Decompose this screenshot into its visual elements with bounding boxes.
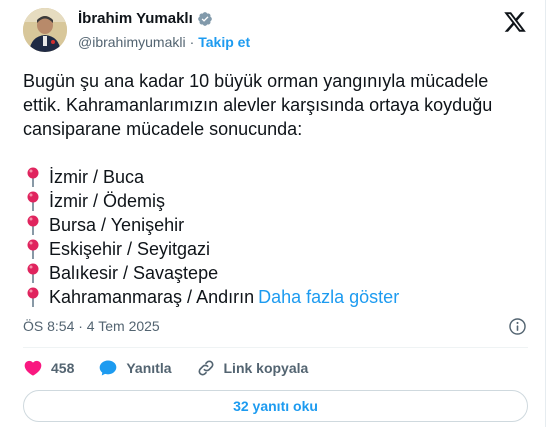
list-item: Bursa / Yenişehir [23,213,533,237]
tweet-text-line: Bugün şu ana kadar 10 büyük orman yangın… [23,71,489,91]
show-more-link[interactable]: Daha fazla göster [258,285,399,309]
location-list: İzmir / Buca İzmir / Ödemiş Bursa / Yeni… [23,165,533,309]
divider [23,347,528,348]
follow-button[interactable]: Takip et [198,34,250,50]
tweet-text: Bugün şu ana kadar 10 büyük orman yangın… [23,69,533,309]
round-pushpin-icon [27,191,39,211]
round-pushpin-icon [27,215,39,235]
round-pushpin-icon [27,167,39,187]
read-replies-button[interactable]: 32 yanıtı oku [23,390,528,422]
x-logo-icon[interactable] [503,10,527,34]
link-icon [198,360,213,376]
heart-icon [24,360,42,376]
copy-link-button[interactable]: Link kopyala [196,358,309,378]
list-item: İzmir / Ödemiş [23,189,533,213]
verified-badge-icon [197,11,212,26]
likes-count: 458 [51,360,75,376]
action-bar: 458 Yanıtla Link kopyala [23,357,332,379]
location-label: Bursa / Yenişehir [49,215,185,235]
location-label: İzmir / Ödemiş [49,191,166,211]
like-button[interactable]: 458 [23,358,74,378]
round-pushpin-icon [27,239,39,259]
location-label: Eskişehir / Seyitgazi [49,239,211,259]
separator-dot: · [189,34,195,50]
author-handle[interactable]: @ibrahimyumakli [78,34,186,50]
location-label: Balıkesir / Savaştepe [49,263,219,283]
tweet-timestamp[interactable]: ÖS 8:54 · 4 Tem 2025 [23,318,160,334]
author-handle-row: @ibrahimyumakli · Takip et [78,34,250,50]
list-item: Eskişehir / Seyitgazi [23,237,533,261]
location-label: İzmir / Buca [49,167,145,187]
tweet-card: İbrahim Yumaklı @ibrahimyumakli · Takip … [6,0,546,427]
tweet-text-line: cansiparane mücadele sonucunda: [23,119,303,139]
location-label: Kahramanmaraş / Andırın [49,287,255,307]
list-item: İzmir / Buca [23,165,533,189]
reply-button[interactable]: Yanıtla [98,358,172,378]
author-name[interactable]: İbrahim Yumaklı [78,10,193,27]
info-icon[interactable] [508,317,527,336]
list-item: Balıkesir / Savaştepe [23,261,533,285]
round-pushpin-icon [27,263,39,283]
tweet-text-line: ettik. Kahramanlarımızın alevler karşısı… [23,95,493,115]
author-name-row: İbrahim Yumaklı [78,10,213,27]
list-item: Kahramanmaraş / Andırın Daha fazla göste… [23,285,533,309]
copy-link-label: Link kopyala [223,360,309,376]
speech-bubble-icon [100,360,117,376]
avatar[interactable] [23,8,67,52]
reply-label: Yanıtla [126,360,172,376]
round-pushpin-icon [27,287,39,307]
